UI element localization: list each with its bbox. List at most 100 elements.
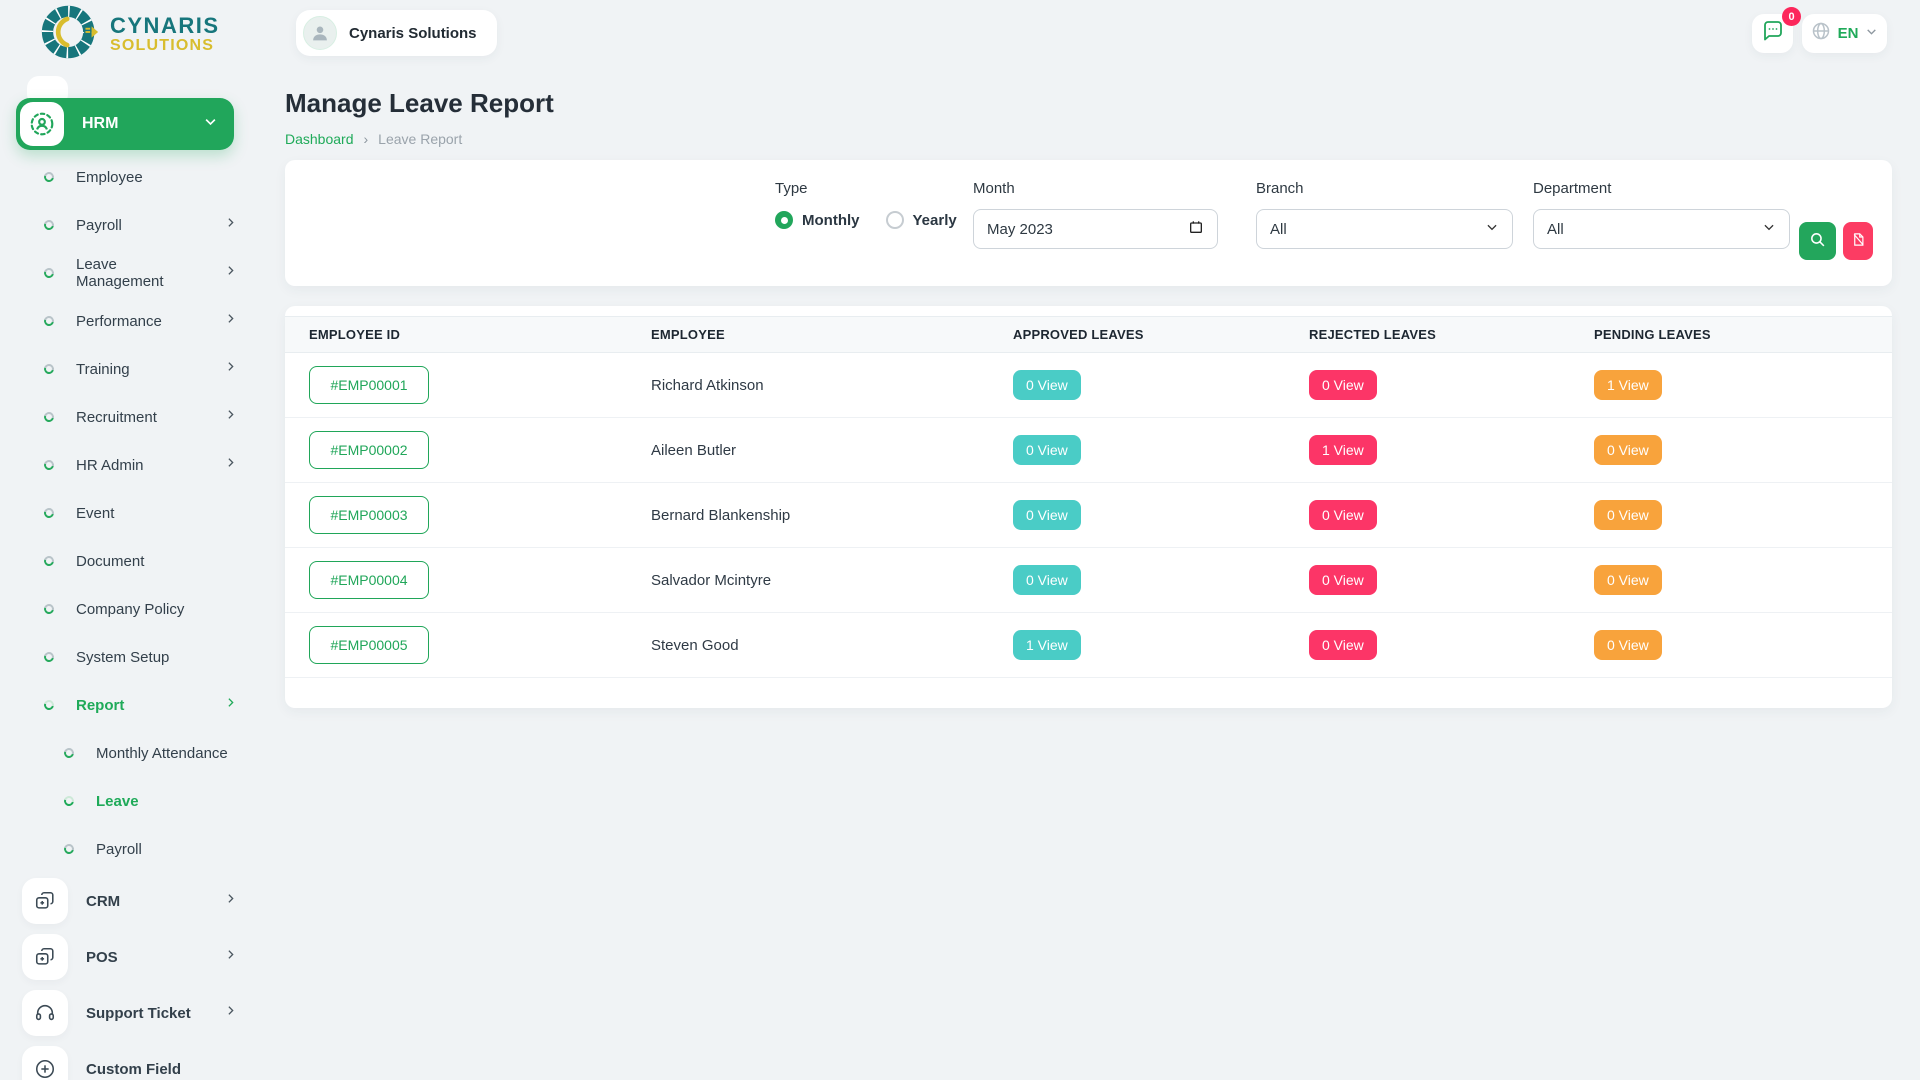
reset-button[interactable] xyxy=(1843,222,1873,260)
table-header-row: EMPLOYEE ID EMPLOYEE APPROVED LEAVES REJ… xyxy=(285,316,1892,353)
rejected-view-badge[interactable]: 0 View xyxy=(1309,630,1377,660)
employee-id-button[interactable]: #EMP00001 xyxy=(309,366,429,404)
sidebar-subitem-payroll[interactable]: Payroll xyxy=(0,825,255,873)
chevron-right-icon xyxy=(224,696,237,714)
sidebar-nav: Employee Payroll Leave Management Perfor… xyxy=(0,153,255,1080)
col-employee: EMPLOYEE xyxy=(651,327,1013,342)
chat-icon xyxy=(1761,19,1785,48)
approved-view-badge[interactable]: 1 View xyxy=(1013,630,1081,660)
type-filter-group: Type Monthly Yearly xyxy=(775,180,957,229)
bullet-icon xyxy=(42,314,56,328)
sidebar-item-event[interactable]: Event xyxy=(0,489,255,537)
radio-yearly[interactable]: Yearly xyxy=(886,211,957,229)
logo-icon xyxy=(40,2,100,67)
sidebar-module-crm[interactable]: CRM xyxy=(0,873,255,929)
pending-view-badge[interactable]: 0 View xyxy=(1594,500,1662,530)
pending-view-badge[interactable]: 0 View xyxy=(1594,435,1662,465)
month-label: Month xyxy=(973,180,1218,197)
headset-icon xyxy=(22,990,68,1036)
bullet-icon xyxy=(42,554,56,568)
rejected-view-badge[interactable]: 0 View xyxy=(1309,565,1377,595)
branch-filter-group: Branch All xyxy=(1256,180,1513,249)
month-filter-group: Month May 2023 xyxy=(973,180,1218,249)
month-input[interactable]: May 2023 xyxy=(973,209,1218,249)
approved-view-badge[interactable]: 0 View xyxy=(1013,500,1081,530)
branch-label: Branch xyxy=(1256,180,1513,197)
radio-unselected-icon xyxy=(886,211,904,229)
sidebar-item-training[interactable]: Training xyxy=(0,345,255,393)
chat-badge: 0 xyxy=(1782,7,1801,26)
approved-view-badge[interactable]: 0 View xyxy=(1013,370,1081,400)
chevron-right-icon xyxy=(224,892,237,910)
filter-card: Type Monthly Yearly Month May 2023 xyxy=(285,160,1892,286)
chevron-right-icon xyxy=(224,408,237,426)
employee-id-button[interactable]: #EMP00004 xyxy=(309,561,429,599)
col-employee-id: EMPLOYEE ID xyxy=(309,327,651,342)
pending-view-badge[interactable]: 1 View xyxy=(1594,370,1662,400)
sidebar-item-report[interactable]: Report xyxy=(0,681,255,729)
approved-view-badge[interactable]: 0 View xyxy=(1013,435,1081,465)
radio-monthly[interactable]: Monthly xyxy=(775,211,860,229)
pending-view-badge[interactable]: 0 View xyxy=(1594,565,1662,595)
sidebar-item-hr-admin[interactable]: HR Admin xyxy=(0,441,255,489)
employee-name: Bernard Blankenship xyxy=(651,507,1013,524)
sidebar-module-custom-field[interactable]: Custom Field xyxy=(0,1041,255,1080)
bullet-icon xyxy=(42,698,56,712)
employee-id-button[interactable]: #EMP00002 xyxy=(309,431,429,469)
rejected-view-badge[interactable]: 0 View xyxy=(1309,370,1377,400)
pending-view-badge[interactable]: 0 View xyxy=(1594,630,1662,660)
sidebar-module-support-ticket[interactable]: Support Ticket xyxy=(0,985,255,1041)
file-slash-icon xyxy=(1851,232,1866,250)
search-button[interactable] xyxy=(1799,222,1836,260)
company-avatar xyxy=(303,16,337,50)
sidebar-item-company-policy[interactable]: Company Policy xyxy=(0,585,255,633)
department-select[interactable]: All xyxy=(1533,209,1790,249)
rejected-view-badge[interactable]: 1 View xyxy=(1309,435,1377,465)
sidebar-item-leave-management[interactable]: Leave Management xyxy=(0,249,255,297)
sidebar-item-recruitment[interactable]: Recruitment xyxy=(0,393,255,441)
windows-stack-icon xyxy=(22,934,68,980)
chevron-down-icon xyxy=(1485,220,1499,238)
chevron-right-icon xyxy=(224,312,237,330)
table-row: #EMP00004 Salvador Mcintyre 0 View 0 Vie… xyxy=(285,548,1892,613)
bullet-icon xyxy=(42,410,56,424)
chevron-right-icon xyxy=(224,1004,237,1022)
logo-text-line2: SOLUTIONS xyxy=(110,38,220,54)
bullet-icon xyxy=(42,602,56,616)
employee-id-button[interactable]: #EMP00003 xyxy=(309,496,429,534)
employee-id-button[interactable]: #EMP00005 xyxy=(309,626,429,664)
breadcrumb-dashboard-link[interactable]: Dashboard xyxy=(285,131,354,147)
page-title: Manage Leave Report xyxy=(285,88,554,119)
sidebar-item-performance[interactable]: Performance xyxy=(0,297,255,345)
sidebar-subitem-leave[interactable]: Leave xyxy=(0,777,255,825)
module-button-hrm[interactable]: HRM xyxy=(16,98,234,150)
sidebar-item-system-setup[interactable]: System Setup xyxy=(0,633,255,681)
search-icon xyxy=(1809,231,1826,251)
branch-select[interactable]: All xyxy=(1256,209,1513,249)
company-name: Cynaris Solutions xyxy=(349,25,477,42)
sidebar-item-employee[interactable]: Employee xyxy=(0,153,255,201)
radio-selected-icon xyxy=(775,211,793,229)
language-selector[interactable]: EN xyxy=(1802,14,1887,53)
app-logo[interactable]: CYNARIS SOLUTIONS xyxy=(40,2,220,67)
plus-circle-icon xyxy=(22,1046,68,1080)
department-label: Department xyxy=(1533,180,1790,197)
bullet-icon xyxy=(62,842,76,856)
company-selector[interactable]: Cynaris Solutions xyxy=(296,10,497,56)
department-filter-group: Department All xyxy=(1533,180,1790,249)
module-label: HRM xyxy=(82,115,185,133)
chevron-right-icon xyxy=(224,216,237,234)
chevron-down-icon xyxy=(203,114,218,134)
approved-view-badge[interactable]: 0 View xyxy=(1013,565,1081,595)
bullet-icon xyxy=(42,170,56,184)
bullet-icon xyxy=(62,794,76,808)
messages-button[interactable]: 0 xyxy=(1752,14,1793,53)
sidebar-item-document[interactable]: Document xyxy=(0,537,255,585)
sidebar-module-pos[interactable]: POS xyxy=(0,929,255,985)
bullet-icon xyxy=(42,218,56,232)
col-pending-leaves: PENDING LEAVES xyxy=(1594,327,1892,342)
sidebar-item-payroll[interactable]: Payroll xyxy=(0,201,255,249)
sidebar-subitem-monthly-attendance[interactable]: Monthly Attendance xyxy=(0,729,255,777)
employee-name: Richard Atkinson xyxy=(651,377,1013,394)
rejected-view-badge[interactable]: 0 View xyxy=(1309,500,1377,530)
